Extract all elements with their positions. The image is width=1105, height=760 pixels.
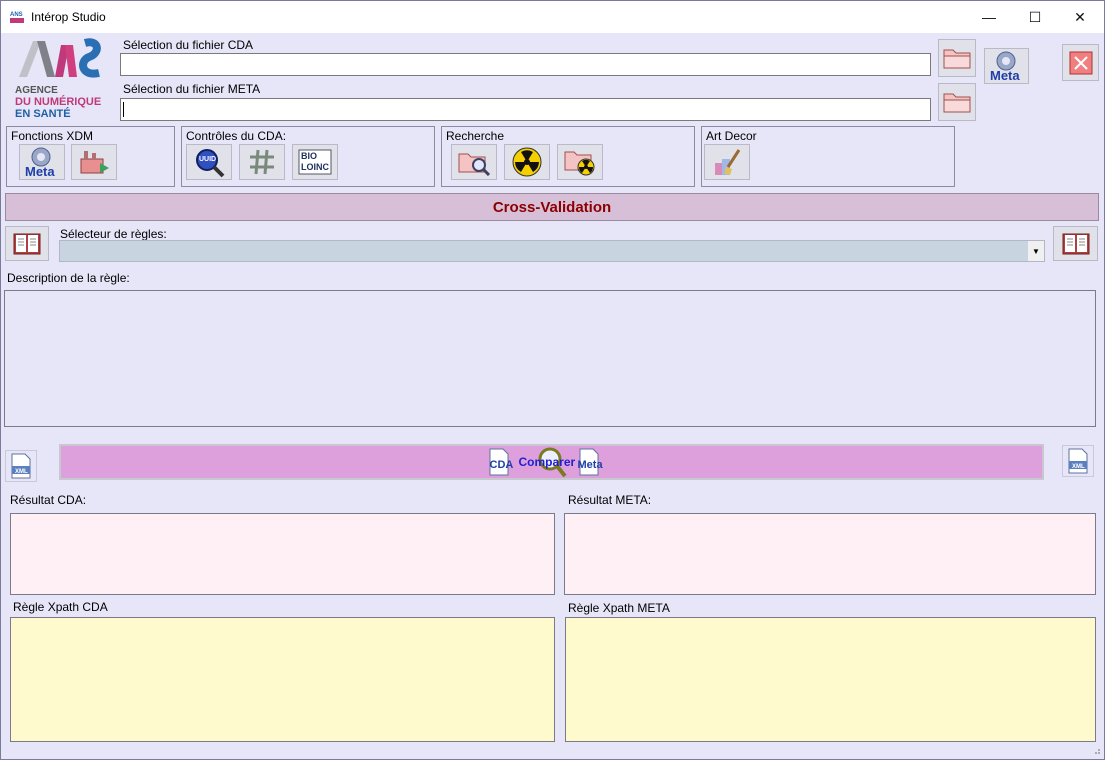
rules-selector-combo[interactable]: ▼ xyxy=(59,240,1045,262)
dropdown-arrow-icon[interactable]: ▼ xyxy=(1028,241,1044,261)
xml-right-button[interactable]: XML xyxy=(1062,445,1094,477)
paint-brush-icon xyxy=(715,149,741,175)
cda-file-input[interactable] xyxy=(120,53,931,76)
description-textarea[interactable] xyxy=(4,290,1096,427)
xpath-meta-label: Règle Xpath META xyxy=(568,601,670,615)
cross-validation-banner: Cross-Validation xyxy=(5,193,1099,221)
client-area: AGENCE DU NUMÉRIQUE EN SANTÉ Sélection d… xyxy=(1,33,1104,759)
cda-result-textarea[interactable] xyxy=(10,513,555,595)
cda-file-label: Sélection du fichier CDA xyxy=(123,38,254,52)
folder-icon xyxy=(943,49,971,69)
search-folder-button[interactable] xyxy=(451,144,497,180)
meta-gear-button[interactable]: Meta xyxy=(984,48,1029,84)
minimize-button[interactable]: — xyxy=(966,1,1012,33)
logo-line3: EN SANTÉ xyxy=(15,108,71,120)
xpath-cda-label: Règle Xpath CDA xyxy=(13,600,108,614)
ans-logo-mark xyxy=(19,38,101,78)
open-meta-folder-button[interactable] xyxy=(938,83,976,121)
group-xdm: Fonctions XDM Meta xyxy=(6,126,175,187)
xdm-meta-label: Meta xyxy=(25,164,55,179)
exit-icon xyxy=(1069,51,1092,74)
rules-selector-label: Sélecteur de règles: xyxy=(60,227,167,241)
bio-label: BIO xyxy=(301,151,318,161)
resize-grip-icon[interactable] xyxy=(1091,745,1101,755)
loinc-label: LOINC xyxy=(301,162,329,172)
folder-radioactive-icon xyxy=(564,151,595,176)
rules-book-left-button[interactable] xyxy=(5,226,49,261)
xpath-meta-textarea[interactable] xyxy=(565,617,1096,742)
meta-result-textarea[interactable] xyxy=(564,513,1096,595)
meta-result-label: Résultat META: xyxy=(568,493,652,507)
radioactive-icon xyxy=(512,147,542,177)
app-icon: ANS xyxy=(9,9,25,25)
compare-button[interactable]: CDA Comparer Meta xyxy=(59,444,1044,480)
xml-file-icon: XML xyxy=(1068,448,1088,474)
compare-content: CDA Comparer Meta xyxy=(487,446,617,478)
xml-left-text: XML xyxy=(15,469,28,475)
uuid-search-button[interactable]: UUID xyxy=(186,144,232,180)
ans-logo: AGENCE DU NUMÉRIQUE EN SANTÉ xyxy=(13,37,108,121)
group-xdm-title: Fonctions XDM xyxy=(11,129,94,143)
bio-loinc-button[interactable]: BIO LOINC xyxy=(292,144,338,180)
hash-icon xyxy=(250,149,274,175)
folder-icon xyxy=(943,93,971,113)
window-title: Intérop Studio xyxy=(31,10,106,24)
group-search: Recherche xyxy=(441,126,695,187)
maximize-button[interactable]: ☐ xyxy=(1012,1,1058,33)
close-window-button[interactable]: ✕ xyxy=(1057,1,1103,33)
hash-check-button[interactable] xyxy=(239,144,285,180)
cda-result-label: Résultat CDA: xyxy=(10,493,87,507)
open-cda-folder-button[interactable] xyxy=(938,39,976,77)
factory-icon xyxy=(80,151,109,174)
meta-file-label: Sélection du fichier META xyxy=(123,82,261,96)
xdm-meta-button[interactable]: Meta xyxy=(19,144,65,180)
compare-label: Comparer xyxy=(518,455,576,469)
folder-search-icon xyxy=(458,153,491,176)
compare-meta-label: Meta xyxy=(577,459,603,471)
app-window: ANS Intérop Studio — ☐ ✕ AGENCE DU NUMÉR… xyxy=(0,0,1105,760)
group-search-title: Recherche xyxy=(446,129,505,143)
group-artdecor-title: Art Decor xyxy=(706,129,757,143)
xdm-factory-button[interactable] xyxy=(71,144,117,180)
book-icon xyxy=(13,233,41,254)
title-bar: ANS Intérop Studio — ☐ ✕ xyxy=(1,1,1104,33)
uuid-label: UUID xyxy=(199,156,217,163)
group-artdecor: Art Decor xyxy=(701,126,955,187)
xml-file-icon: XML xyxy=(11,453,31,479)
book-icon xyxy=(1062,233,1089,254)
xml-right-text: XML xyxy=(1072,464,1085,470)
xpath-cda-textarea[interactable] xyxy=(10,617,555,742)
radioactive-folder-button[interactable] xyxy=(557,144,603,180)
svg-text:ANS: ANS xyxy=(10,12,23,18)
description-label: Description de la règle: xyxy=(7,271,130,285)
radioactive-button[interactable] xyxy=(504,144,550,180)
rules-book-right-button[interactable] xyxy=(1053,226,1098,261)
logo-line2: DU NUMÉRIQUE xyxy=(15,96,102,108)
group-cda-controls: Contrôles du CDA: UUID BIO LOINC xyxy=(181,126,435,187)
uuid-magnifier-icon xyxy=(196,149,225,178)
logo-line1: AGENCE xyxy=(15,85,58,96)
art-decor-button[interactable] xyxy=(704,144,750,180)
group-cda-title: Contrôles du CDA: xyxy=(186,129,287,143)
text-cursor xyxy=(123,102,124,117)
compare-cda-label: CDA xyxy=(489,459,514,471)
exit-button[interactable] xyxy=(1062,44,1099,81)
meta-button-label: Meta xyxy=(990,68,1020,83)
meta-file-input[interactable] xyxy=(120,98,931,121)
xml-left-button[interactable]: XML xyxy=(5,450,37,482)
